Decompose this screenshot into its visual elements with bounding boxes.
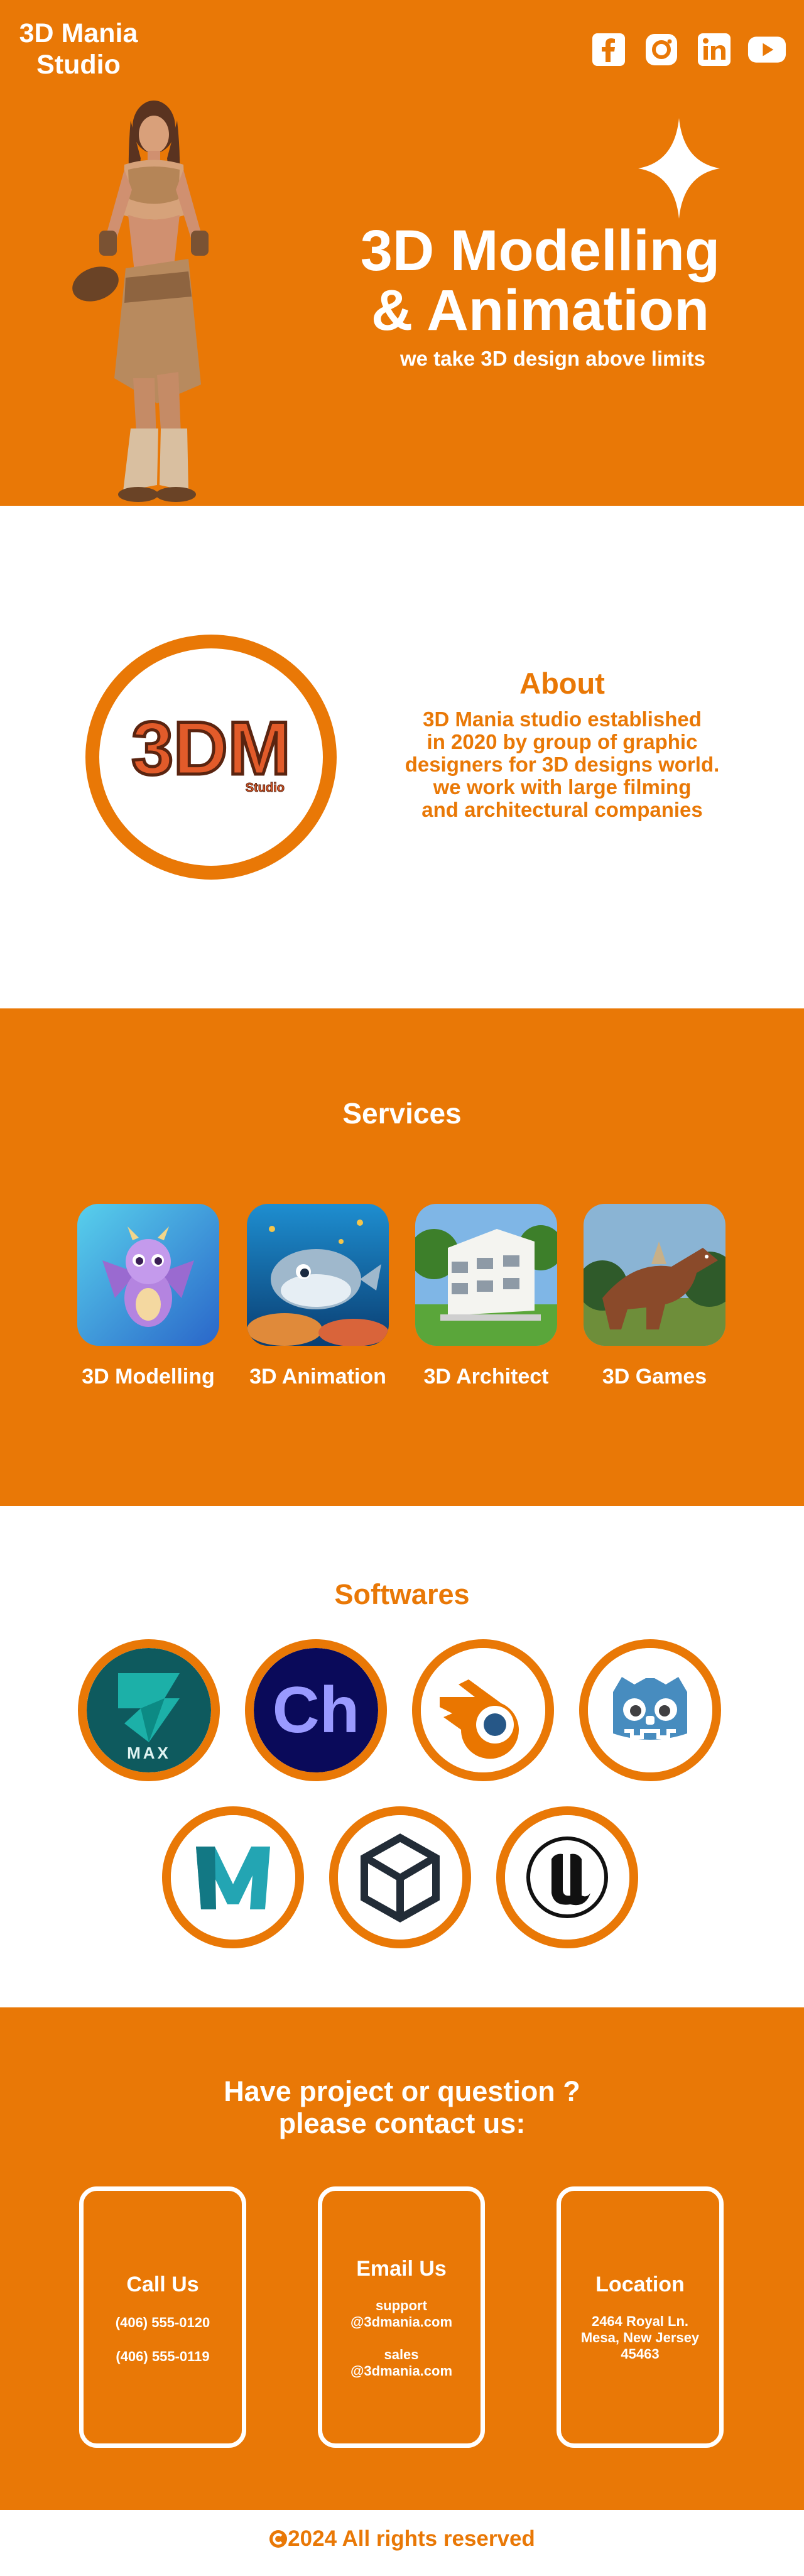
services-title: Services xyxy=(342,1097,462,1130)
support-email-link[interactable]: support @3dmania.com xyxy=(322,2298,481,2330)
maya-icon[interactable] xyxy=(162,1806,304,1948)
brand-logo-text[interactable]: 3D Mania Studio xyxy=(13,18,144,80)
email-us-title: Email Us xyxy=(356,2257,447,2281)
dragon-image[interactable] xyxy=(77,1204,219,1346)
about-section: 3DM Studio About 3D Mania studio establi… xyxy=(0,506,804,1008)
logo-subtext: Studio xyxy=(246,781,285,795)
service-label: 3D Games xyxy=(602,1365,707,1389)
copyright-label: 2024 All rights reserved xyxy=(288,2526,535,2551)
3ds-max-icon[interactable]: MAX xyxy=(78,1639,220,1781)
footer: 2024 All rights reserved xyxy=(0,2510,804,2576)
brand-line-2: Studio xyxy=(36,50,121,80)
location-title: Location xyxy=(595,2273,685,2296)
contact-section: Have project or question ? please contac… xyxy=(0,2007,804,2510)
instagram-icon[interactable] xyxy=(642,30,681,69)
contact-title-line-2: please contact us: xyxy=(278,2107,526,2139)
software-label: Ch xyxy=(273,1674,360,1747)
logo-text: 3DM xyxy=(131,706,290,790)
sales-email-user: sales xyxy=(384,2347,419,2362)
service-label: 3D Modelling xyxy=(82,1365,215,1389)
service-label: 3D Architect xyxy=(423,1365,549,1389)
service-card-animation[interactable]: 3D Animation xyxy=(236,1204,399,1389)
phone-link[interactable]: (406) 555-0119 xyxy=(84,2349,242,2365)
unity-icon[interactable] xyxy=(329,1806,471,1948)
sparkle-icon xyxy=(638,118,720,219)
service-card-games[interactable]: 3D Games xyxy=(573,1204,736,1389)
address-line: 2464 Royal Ln. xyxy=(591,2313,689,2329)
godot-icon[interactable] xyxy=(579,1639,721,1781)
email-us-card: Email Us support @3dmania.com sales @3dm… xyxy=(318,2186,485,2448)
softwares-section: Softwares MAX Ch xyxy=(0,1506,804,2007)
about-line: we work with large filming xyxy=(433,775,692,799)
facebook-icon[interactable] xyxy=(589,30,628,69)
address-line: Mesa, New Jersey xyxy=(580,2330,700,2345)
support-email-domain: @3dmania.com xyxy=(350,2314,453,2330)
service-label: 3D Animation xyxy=(249,1365,386,1389)
studio-logo: 3DM Studio xyxy=(85,635,337,880)
phone-link[interactable]: (406) 555-0120 xyxy=(84,2315,242,2331)
about-description: 3D Mania studio established in 2020 by g… xyxy=(389,708,735,821)
hero-subtitle: we take 3D design above limits xyxy=(399,347,705,370)
hero-title: 3D Modelling & Animation xyxy=(327,221,754,341)
unreal-engine-icon[interactable] xyxy=(496,1806,638,1948)
contact-title: Have project or question ? please contac… xyxy=(0,2075,804,2139)
character-animator-icon[interactable]: Ch xyxy=(245,1639,387,1781)
about-line: 3D Mania studio established xyxy=(423,707,702,731)
youtube-icon[interactable] xyxy=(747,30,786,69)
service-card-modelling[interactable]: 3D Modelling xyxy=(67,1204,230,1389)
call-us-card: Call Us (406) 555-0120 (406) 555-0119 xyxy=(79,2186,246,2448)
dinosaur-image[interactable] xyxy=(584,1204,725,1346)
character-illustration xyxy=(72,101,209,502)
service-card-architect[interactable]: 3D Architect xyxy=(405,1204,568,1389)
brand-line-1: 3D Mania xyxy=(19,18,138,48)
social-links xyxy=(589,30,786,69)
location-card: Location 2464 Royal Ln. Mesa, New Jersey… xyxy=(557,2186,724,2448)
house-image[interactable] xyxy=(415,1204,557,1346)
services-section: Services 3D Modelling 3D Animation 3D Ar… xyxy=(0,1008,804,1506)
softwares-title: Softwares xyxy=(334,1578,470,1610)
about-line: in 2020 by group of graphic xyxy=(426,730,698,753)
hero-section: 3D Mania Studio 3D Modelling & Animation… xyxy=(0,0,804,506)
support-email-user: support xyxy=(376,2298,427,2313)
about-line: and architectural companies xyxy=(421,798,703,821)
dolphin-image[interactable] xyxy=(247,1204,389,1346)
hero-title-line-2: & Animation xyxy=(371,278,710,342)
hero-title-line-1: 3D Modelling xyxy=(360,219,720,283)
copyright-text: 2024 All rights reserved xyxy=(0,2526,804,2551)
copyright-icon xyxy=(269,2530,288,2548)
linkedin-icon[interactable] xyxy=(695,30,734,69)
contact-title-line-1: Have project or question ? xyxy=(224,2075,580,2107)
sales-email-domain: @3dmania.com xyxy=(350,2363,453,2379)
blender-icon[interactable] xyxy=(412,1639,554,1781)
about-title: About xyxy=(519,667,605,700)
software-label: MAX xyxy=(127,1744,171,1762)
sales-email-link[interactable]: sales @3dmania.com xyxy=(322,2347,481,2379)
call-us-title: Call Us xyxy=(126,2273,199,2296)
about-line: designers for 3D designs world. xyxy=(405,753,720,776)
address-line: 45463 xyxy=(621,2346,660,2362)
address: 2464 Royal Ln. Mesa, New Jersey 45463 xyxy=(561,2313,719,2362)
